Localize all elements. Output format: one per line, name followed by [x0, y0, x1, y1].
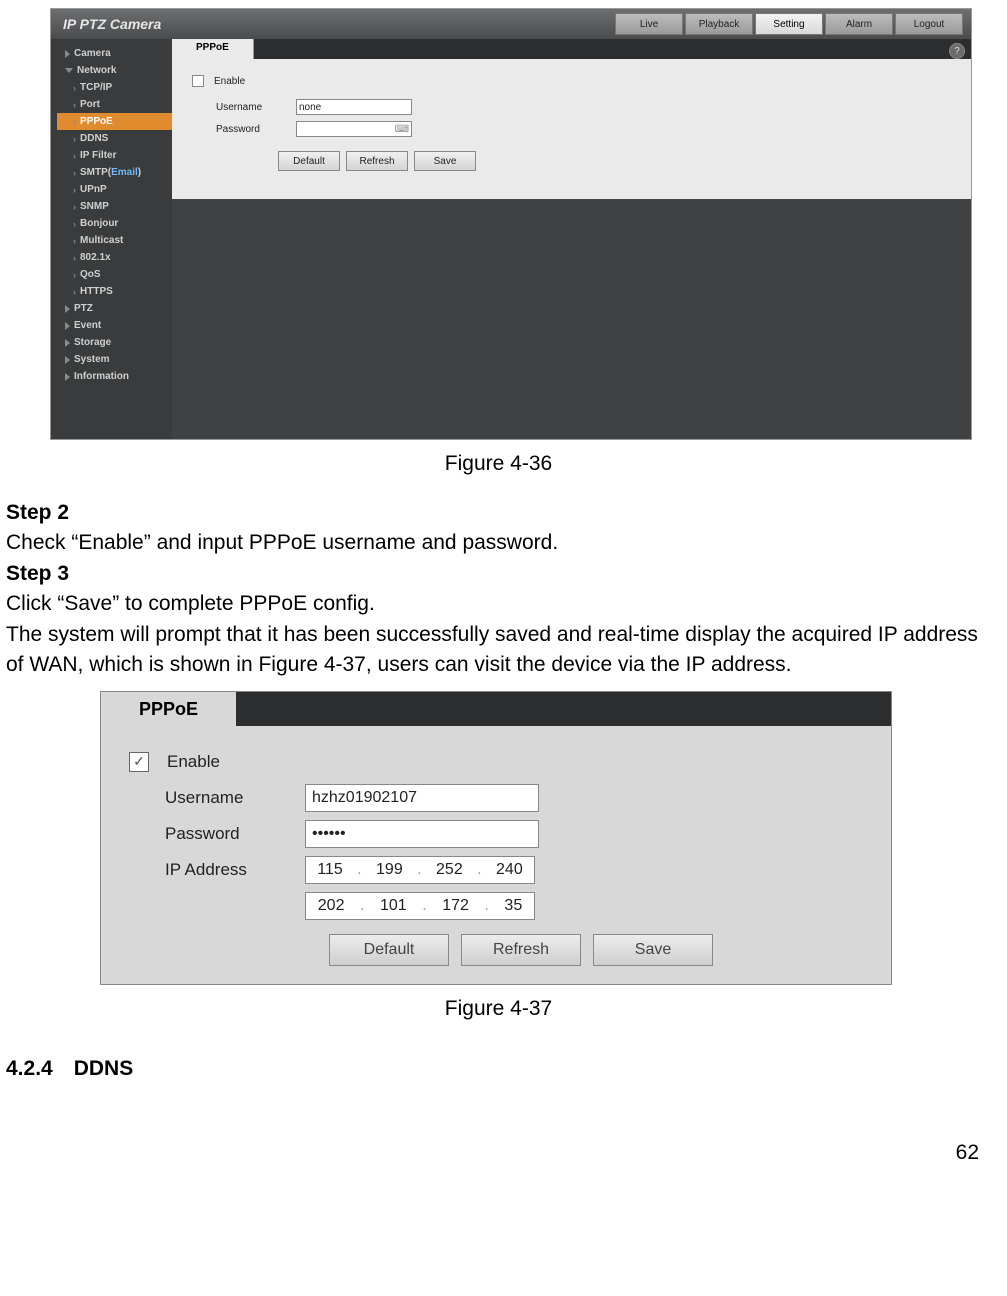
- username-input[interactable]: none: [296, 99, 412, 115]
- sidebar-item-event[interactable]: Event: [57, 317, 172, 334]
- sidebar-sub-snmp[interactable]: ›SNMP: [57, 198, 172, 215]
- app-title: IP PTZ Camera: [63, 16, 161, 32]
- refresh-button-2[interactable]: Refresh: [461, 934, 581, 966]
- sidebar-sub-pppoe[interactable]: ›PPPoE: [57, 113, 172, 130]
- username-label: Username: [216, 102, 286, 113]
- password-label-2: Password: [165, 824, 305, 844]
- sidebar-sub-ipfilter[interactable]: ›IP Filter: [57, 147, 172, 164]
- enable-label-2: Enable: [167, 752, 220, 772]
- sidebar-sub-https[interactable]: ›HTTPS: [57, 283, 172, 300]
- step3-heading: Step 3: [6, 562, 69, 585]
- step2-heading: Step 2: [6, 501, 69, 524]
- tab-logout[interactable]: Logout: [895, 13, 963, 35]
- sidebar-item-storage[interactable]: Storage: [57, 334, 172, 351]
- sidebar-item-information[interactable]: Information: [57, 368, 172, 385]
- sidebar-item-system[interactable]: System: [57, 351, 172, 368]
- sidebar-sub-multicast[interactable]: ›Multicast: [57, 232, 172, 249]
- help-icon[interactable]: ?: [949, 43, 965, 59]
- ip-label: IP Address: [165, 860, 305, 880]
- section-heading: 4.2.4 DDNS: [6, 1057, 997, 1081]
- panel2-tab-pppoe[interactable]: PPPoE: [101, 692, 236, 726]
- page-number: 62: [0, 1141, 979, 1165]
- figure-4-37-caption: Figure 4-37: [0, 997, 997, 1021]
- default-button[interactable]: Default: [278, 151, 340, 171]
- sidebar-sub-port[interactable]: ›Port: [57, 96, 172, 113]
- sidebar-sub-ddns[interactable]: ›DDNS: [57, 130, 172, 147]
- paragraph-text: The system will prompt that it has been …: [6, 623, 978, 676]
- step3-text: Click “Save” to complete PPPoE config.: [6, 592, 375, 615]
- username-label-2: Username: [165, 788, 305, 808]
- sidebar-sub-qos[interactable]: ›QoS: [57, 266, 172, 283]
- enable-checkbox-2[interactable]: ✓: [129, 752, 149, 772]
- ip-address-2[interactable]: 202. 101. 172. 35: [305, 892, 535, 920]
- sidebar-sub-tcpip[interactable]: ›TCP/IP: [57, 79, 172, 96]
- content-panel: PPPoE ? Enable Username none: [172, 39, 971, 439]
- save-button-2[interactable]: Save: [593, 934, 713, 966]
- ip-address-1[interactable]: 115. 199. 252. 240: [305, 856, 535, 884]
- sidebar-item-camera[interactable]: Camera: [57, 45, 172, 62]
- refresh-button[interactable]: Refresh: [346, 151, 408, 171]
- save-button[interactable]: Save: [414, 151, 476, 171]
- sidebar-item-network[interactable]: Network: [57, 62, 172, 79]
- sidebar-sub-smtp[interactable]: ›SMTP(Email): [57, 164, 172, 181]
- enable-label: Enable: [214, 76, 245, 87]
- tab-playback[interactable]: Playback: [685, 13, 753, 35]
- step2-text: Check “Enable” and input PPPoE username …: [6, 531, 558, 554]
- main-tabs: Live Playback Setting Alarm Logout: [613, 13, 971, 35]
- password-input-2[interactable]: ••••••: [305, 820, 539, 848]
- figure-4-37-screenshot: PPPoE ✓ Enable Username hzhz01902107 Pas…: [100, 691, 892, 985]
- app-header: IP PTZ Camera Live Playback Setting Alar…: [51, 9, 971, 39]
- tab-alarm[interactable]: Alarm: [825, 13, 893, 35]
- password-input[interactable]: ⌨: [296, 121, 412, 137]
- tab-setting[interactable]: Setting: [755, 13, 823, 35]
- sidebar: Camera Network ›TCP/IP ›Port ›PPPoE ›DDN…: [51, 39, 172, 439]
- sidebar-sub-bonjour[interactable]: ›Bonjour: [57, 215, 172, 232]
- enable-checkbox[interactable]: [192, 75, 204, 87]
- figure-4-36-screenshot: IP PTZ Camera Live Playback Setting Alar…: [50, 8, 972, 440]
- body-text: Step 2 Check “Enable” and input PPPoE us…: [6, 498, 997, 681]
- figure-4-36-caption: Figure 4-36: [0, 452, 997, 476]
- tab-live[interactable]: Live: [615, 13, 683, 35]
- sidebar-sub-8021x[interactable]: ›802.1x: [57, 249, 172, 266]
- sidebar-item-ptz[interactable]: PTZ: [57, 300, 172, 317]
- sidebar-sub-upnp[interactable]: ›UPnP: [57, 181, 172, 198]
- panel-tab-pppoe[interactable]: PPPoE: [172, 39, 254, 59]
- default-button-2[interactable]: Default: [329, 934, 449, 966]
- password-label: Password: [216, 124, 286, 135]
- username-input-2[interactable]: hzhz01902107: [305, 784, 539, 812]
